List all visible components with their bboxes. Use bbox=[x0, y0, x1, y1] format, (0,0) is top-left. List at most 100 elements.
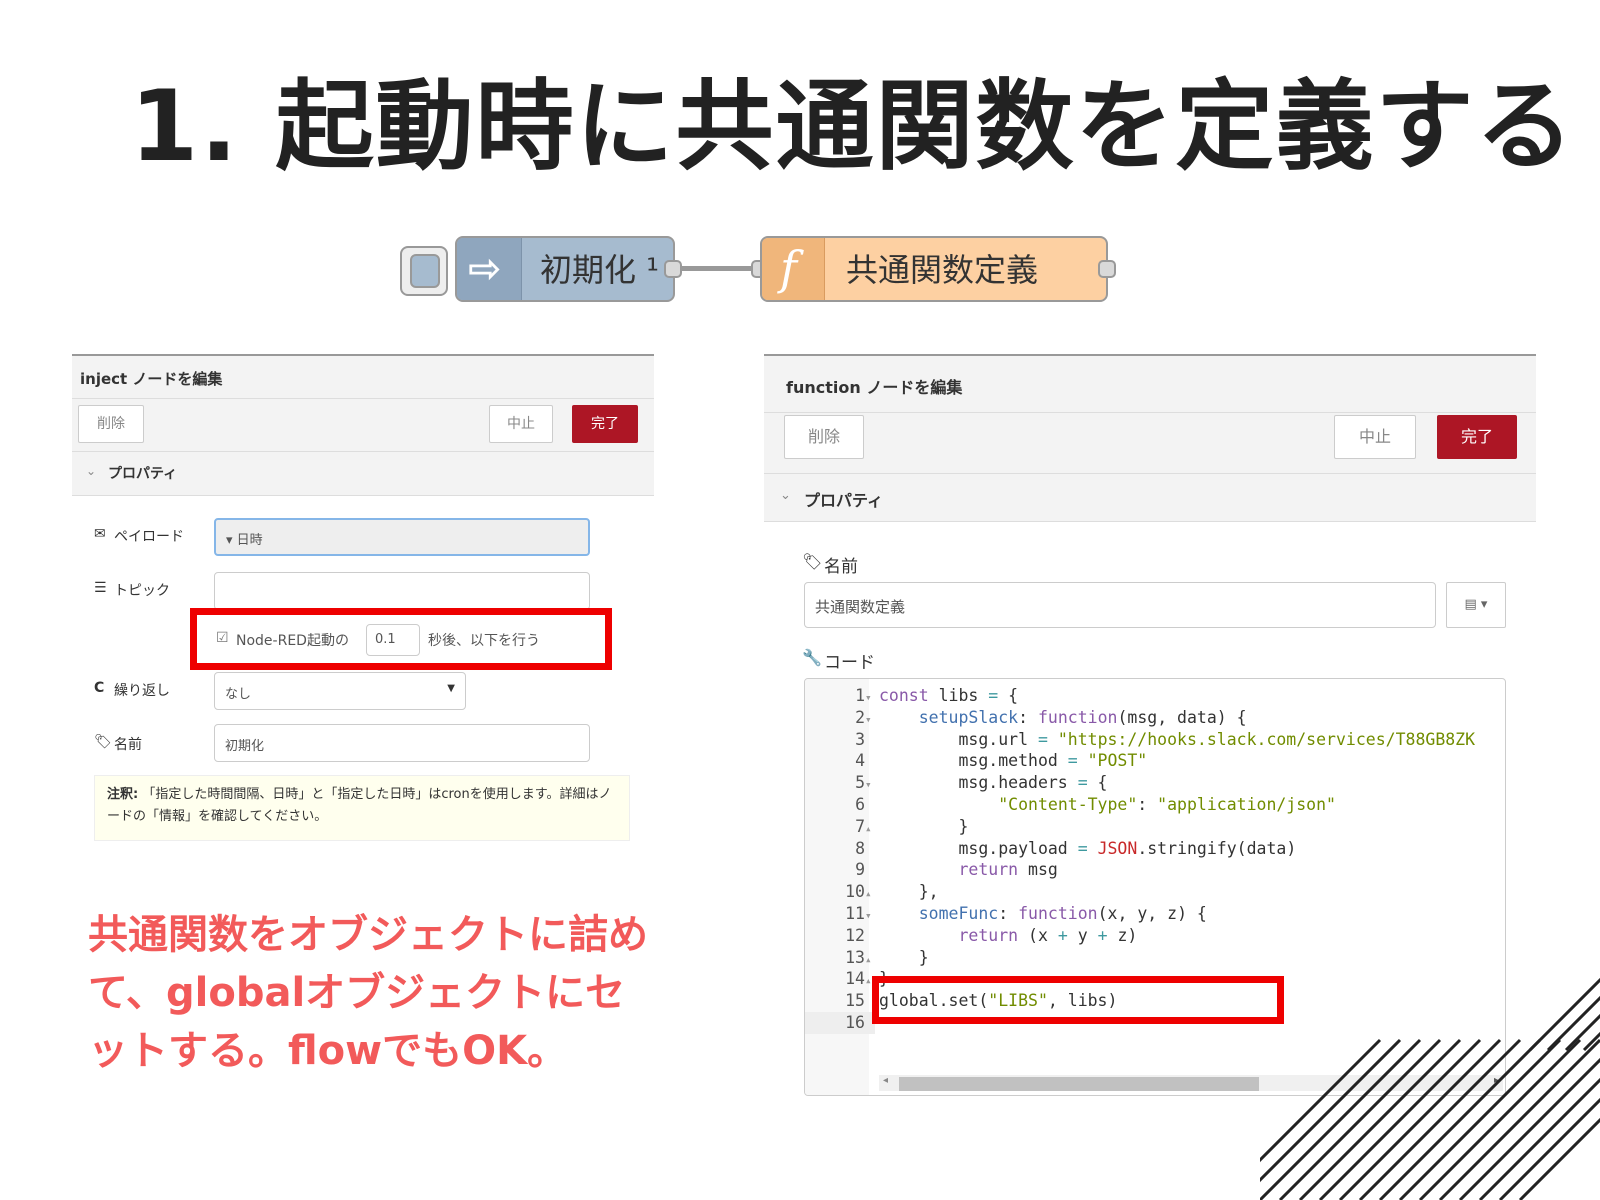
code-text: someFunc: function(x, y, z) { bbox=[918, 903, 1207, 923]
code-line[interactable]: 7▴ } bbox=[805, 816, 968, 840]
repeat-icon: C bbox=[94, 680, 105, 696]
line-number: 2 bbox=[855, 707, 865, 727]
line-number: 11 bbox=[845, 903, 865, 923]
scrollbar-thumb[interactable] bbox=[899, 1077, 1259, 1091]
highlight-once-box bbox=[190, 608, 612, 670]
line-number: 10 bbox=[845, 882, 865, 902]
function-f-icon: f bbox=[780, 241, 798, 295]
line-number: 13 bbox=[845, 947, 865, 967]
line-number: 1 bbox=[855, 686, 865, 705]
code-text: return (x + y + z) bbox=[958, 925, 1138, 945]
fold-icon[interactable]: ▴ bbox=[865, 949, 875, 971]
properties-section-header[interactable]: ⌄ プロパティ bbox=[764, 474, 1536, 522]
line-number: 8 bbox=[855, 838, 865, 858]
repeat-label: 繰り返し bbox=[114, 683, 170, 699]
fold-icon[interactable]: ▾ bbox=[865, 774, 875, 796]
code-line[interactable]: 1▾ const libs = { bbox=[805, 685, 1018, 709]
line-number: 15 bbox=[845, 991, 865, 1011]
hatch-line bbox=[1546, 995, 1600, 1052]
code-line[interactable]: 2▾ setupSlack: function(msg, data) { bbox=[805, 707, 1247, 731]
code-line[interactable]: 4 msg.method = "POST" bbox=[805, 750, 1147, 772]
function-dialog-toolbar: 削除 中止 完了 bbox=[764, 412, 1536, 474]
slide-title: 1. 起動時に共通関数を定義する bbox=[130, 70, 1576, 184]
payload-label: ペイロード bbox=[114, 529, 184, 545]
chevron-down-icon: ⌄ bbox=[86, 464, 97, 478]
code-line[interactable]: 14▴} bbox=[805, 968, 889, 990]
fold-icon[interactable]: ▾ bbox=[865, 709, 875, 731]
cancel-button[interactable]: 中止 bbox=[1334, 415, 1416, 459]
done-button[interactable]: 完了 bbox=[572, 405, 638, 443]
delete-button[interactable]: 削除 bbox=[78, 405, 144, 443]
icon-picker-button[interactable]: ▤ ▾ bbox=[1446, 582, 1506, 628]
code-label: コード bbox=[824, 653, 875, 673]
hatch-line bbox=[1398, 1038, 1562, 1200]
code-line[interactable]: 15 global.set("LIBS", libs) bbox=[805, 990, 1117, 1012]
repeat-select[interactable]: なし ▼ bbox=[214, 672, 466, 710]
arrow-right-icon: ⇨ bbox=[468, 246, 502, 292]
properties-label: プロパティ bbox=[804, 491, 884, 510]
code-line[interactable]: 10▴ }, bbox=[805, 881, 938, 905]
repeat-select-value: なし bbox=[225, 687, 252, 702]
function-output-port[interactable] bbox=[1098, 260, 1116, 278]
properties-label: プロパティ bbox=[108, 466, 178, 482]
name-input[interactable]: 初期化 bbox=[214, 724, 590, 762]
function-dialog-title: function ノードを編集 bbox=[764, 354, 1536, 412]
note-box: 注釈: 「指定した時間間隔、日時」と「指定した日時」はcronを使用します。詳細… bbox=[94, 775, 630, 841]
code-line[interactable]: 12 return (x + y + z) bbox=[805, 925, 1137, 947]
hatch-line bbox=[1260, 1038, 1422, 1200]
code-line[interactable]: 16 bbox=[805, 1011, 875, 1034]
fold-icon[interactable]: ▾ bbox=[865, 687, 875, 709]
line-number: 7 bbox=[855, 816, 865, 836]
hatch-line bbox=[1318, 1038, 1482, 1200]
name-input[interactable]: 共通関数定義 bbox=[804, 582, 1436, 628]
highlight-global-set-box bbox=[872, 976, 1284, 1024]
code-line[interactable]: 9 return msg bbox=[805, 859, 1058, 881]
code-line[interactable]: 8 msg.payload = JSON.stringify(data) bbox=[805, 838, 1296, 860]
topic-label: トピック bbox=[114, 583, 170, 599]
code-text: msg.headers = { bbox=[879, 773, 1108, 793]
function-node-label: 共通関数定義 bbox=[846, 251, 1039, 289]
inject-dialog-toolbar: 削除 中止 完了 bbox=[72, 398, 654, 452]
payload-type-select[interactable]: ▾ 日時 bbox=[214, 518, 590, 556]
hatch-line bbox=[1298, 1038, 1462, 1200]
line-number: 9 bbox=[855, 860, 865, 880]
code-line[interactable]: 13▴ } bbox=[805, 947, 929, 971]
envelope-icon: ✉ bbox=[94, 526, 106, 542]
name-label: 名前 bbox=[824, 557, 858, 577]
code-text: msg.url = "https://hooks.slack.com/servi… bbox=[879, 729, 1476, 749]
fold-icon[interactable]: ▾ bbox=[865, 905, 875, 927]
inject-output-port[interactable] bbox=[664, 260, 682, 278]
line-number: 14 bbox=[845, 969, 865, 989]
tag-icon: 🏷 bbox=[94, 734, 112, 750]
properties-section-header[interactable]: ⌄ プロパティ bbox=[72, 452, 654, 496]
list-icon: ☰ bbox=[94, 580, 107, 596]
line-number: 3 bbox=[855, 729, 865, 749]
code-text: }, bbox=[879, 882, 939, 902]
hatch-line bbox=[1358, 1038, 1522, 1200]
name-label: 名前 bbox=[114, 737, 142, 753]
code-text: const libs = { bbox=[879, 686, 1019, 705]
code-text: return msg bbox=[958, 860, 1058, 880]
fold-icon[interactable]: ▴ bbox=[865, 883, 875, 905]
inject-node-label: 初期化 ¹ bbox=[540, 251, 660, 289]
topic-input[interactable] bbox=[214, 572, 590, 610]
fold-icon[interactable]: ▴ bbox=[865, 818, 875, 840]
cancel-button[interactable]: 中止 bbox=[489, 405, 553, 443]
wrench-icon: 🔧 bbox=[802, 648, 822, 667]
annotation-text: 共通関数をオブジェクトに詰めて、globalオブジェクトにセットする。flowで… bbox=[88, 912, 648, 1074]
code-line[interactable]: 5▾ msg.headers = { bbox=[805, 772, 1107, 796]
delete-button[interactable]: 削除 bbox=[784, 415, 864, 459]
flow-wire[interactable] bbox=[682, 266, 760, 271]
tag-icon: 🏷 bbox=[802, 552, 823, 571]
hatch-line bbox=[1338, 1038, 1502, 1200]
code-line[interactable]: 3 msg.url = "https://hooks.slack.com/ser… bbox=[805, 729, 1475, 751]
scroll-left-icon[interactable]: ◂ bbox=[883, 1075, 888, 1086]
line-number: 5 bbox=[855, 773, 865, 793]
code-line[interactable]: 6 "Content-Type": "application/json" bbox=[805, 794, 1336, 816]
done-button[interactable]: 完了 bbox=[1437, 415, 1517, 459]
note-bold-label: 注釈: bbox=[107, 787, 139, 802]
inject-trigger-button-face bbox=[410, 254, 440, 288]
chevron-down-icon: ⌄ bbox=[780, 488, 791, 503]
code-line[interactable]: 11▾ someFunc: function(x, y, z) { bbox=[805, 903, 1207, 927]
code-text: } bbox=[879, 816, 969, 836]
